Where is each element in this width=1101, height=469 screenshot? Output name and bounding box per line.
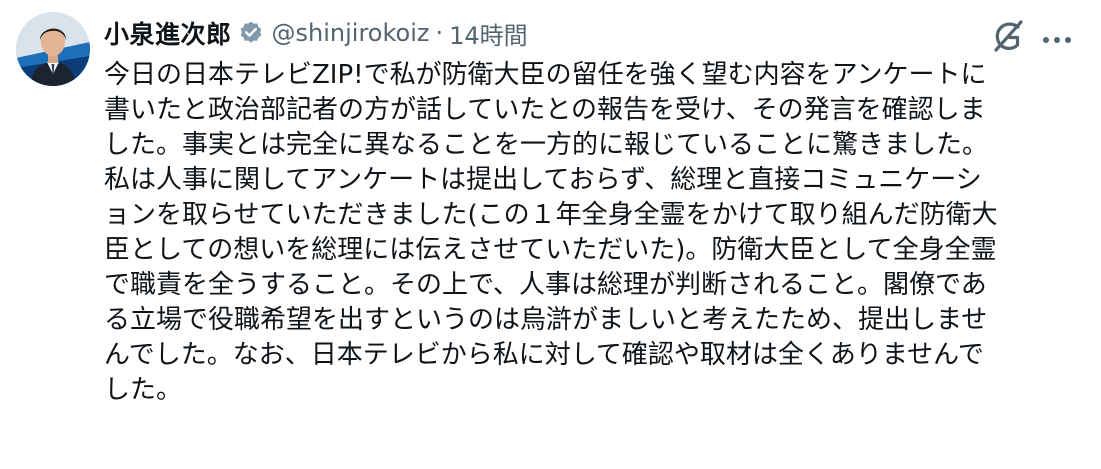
- tweet-text-line: ョンを取らせていただきました(この１年全身全霊をかけて取り組んだ防衛大: [104, 200, 998, 230]
- tweet-text: 今日の日本テレビZIP!で私が防衛大臣の留任を強く望む内容をアンケートに 書いた…: [104, 58, 1079, 408]
- verified-badge-icon[interactable]: [238, 20, 264, 46]
- tweet-text-line: んでした。なお、日本テレビから私に対して確認や取材は全くありませんで: [104, 340, 984, 370]
- separator-dot: ·: [435, 19, 444, 47]
- tweet-text-line: した。: [104, 375, 183, 405]
- tweet-text-line: 書いたと政治部記者の方が話していたとの報告を受け、その発言を確認しま: [104, 95, 986, 125]
- tweet-text-line: で職責を全うすること。その上で、人事は総理が判断されること。閣僚であ: [104, 270, 987, 300]
- tweet-header: 小泉進次郎 @shinjirokoiz · 14時間: [104, 13, 528, 53]
- grok-icon[interactable]: [990, 18, 1026, 54]
- avatar-photo-icon: [16, 12, 90, 86]
- tweet-text-line: 臣としての想いを総理には伝えさせていただいた)。防衛大臣として全身全霊: [104, 235, 997, 265]
- tweet-text-line: 今日の日本テレビZIP!で私が防衛大臣の留任を強く望む内容をアンケートに: [104, 60, 987, 90]
- tweet-text-line: した。事実とは完全に異なることを一方的に報じていることに驚きました。: [104, 130, 989, 160]
- tweet-text-line: 私は人事に関してアンケートは提出しておらず、総理と直接コミュニケーシ: [104, 165, 982, 195]
- tweet-timestamp[interactable]: 14時間: [449, 16, 528, 51]
- avatar[interactable]: [16, 12, 90, 86]
- more-options-icon[interactable]: [1040, 30, 1074, 43]
- tweet-text-line: る立場で役職希望を出すというのは烏滸がましいと考えたため、提出しませ: [104, 305, 988, 335]
- author-handle[interactable]: @shinjirokoiz: [272, 19, 430, 47]
- author-display-name[interactable]: 小泉進次郎: [104, 15, 232, 51]
- tweet: 小泉進次郎 @shinjirokoiz · 14時間 今日の日本テレビZIP!で…: [0, 0, 1101, 469]
